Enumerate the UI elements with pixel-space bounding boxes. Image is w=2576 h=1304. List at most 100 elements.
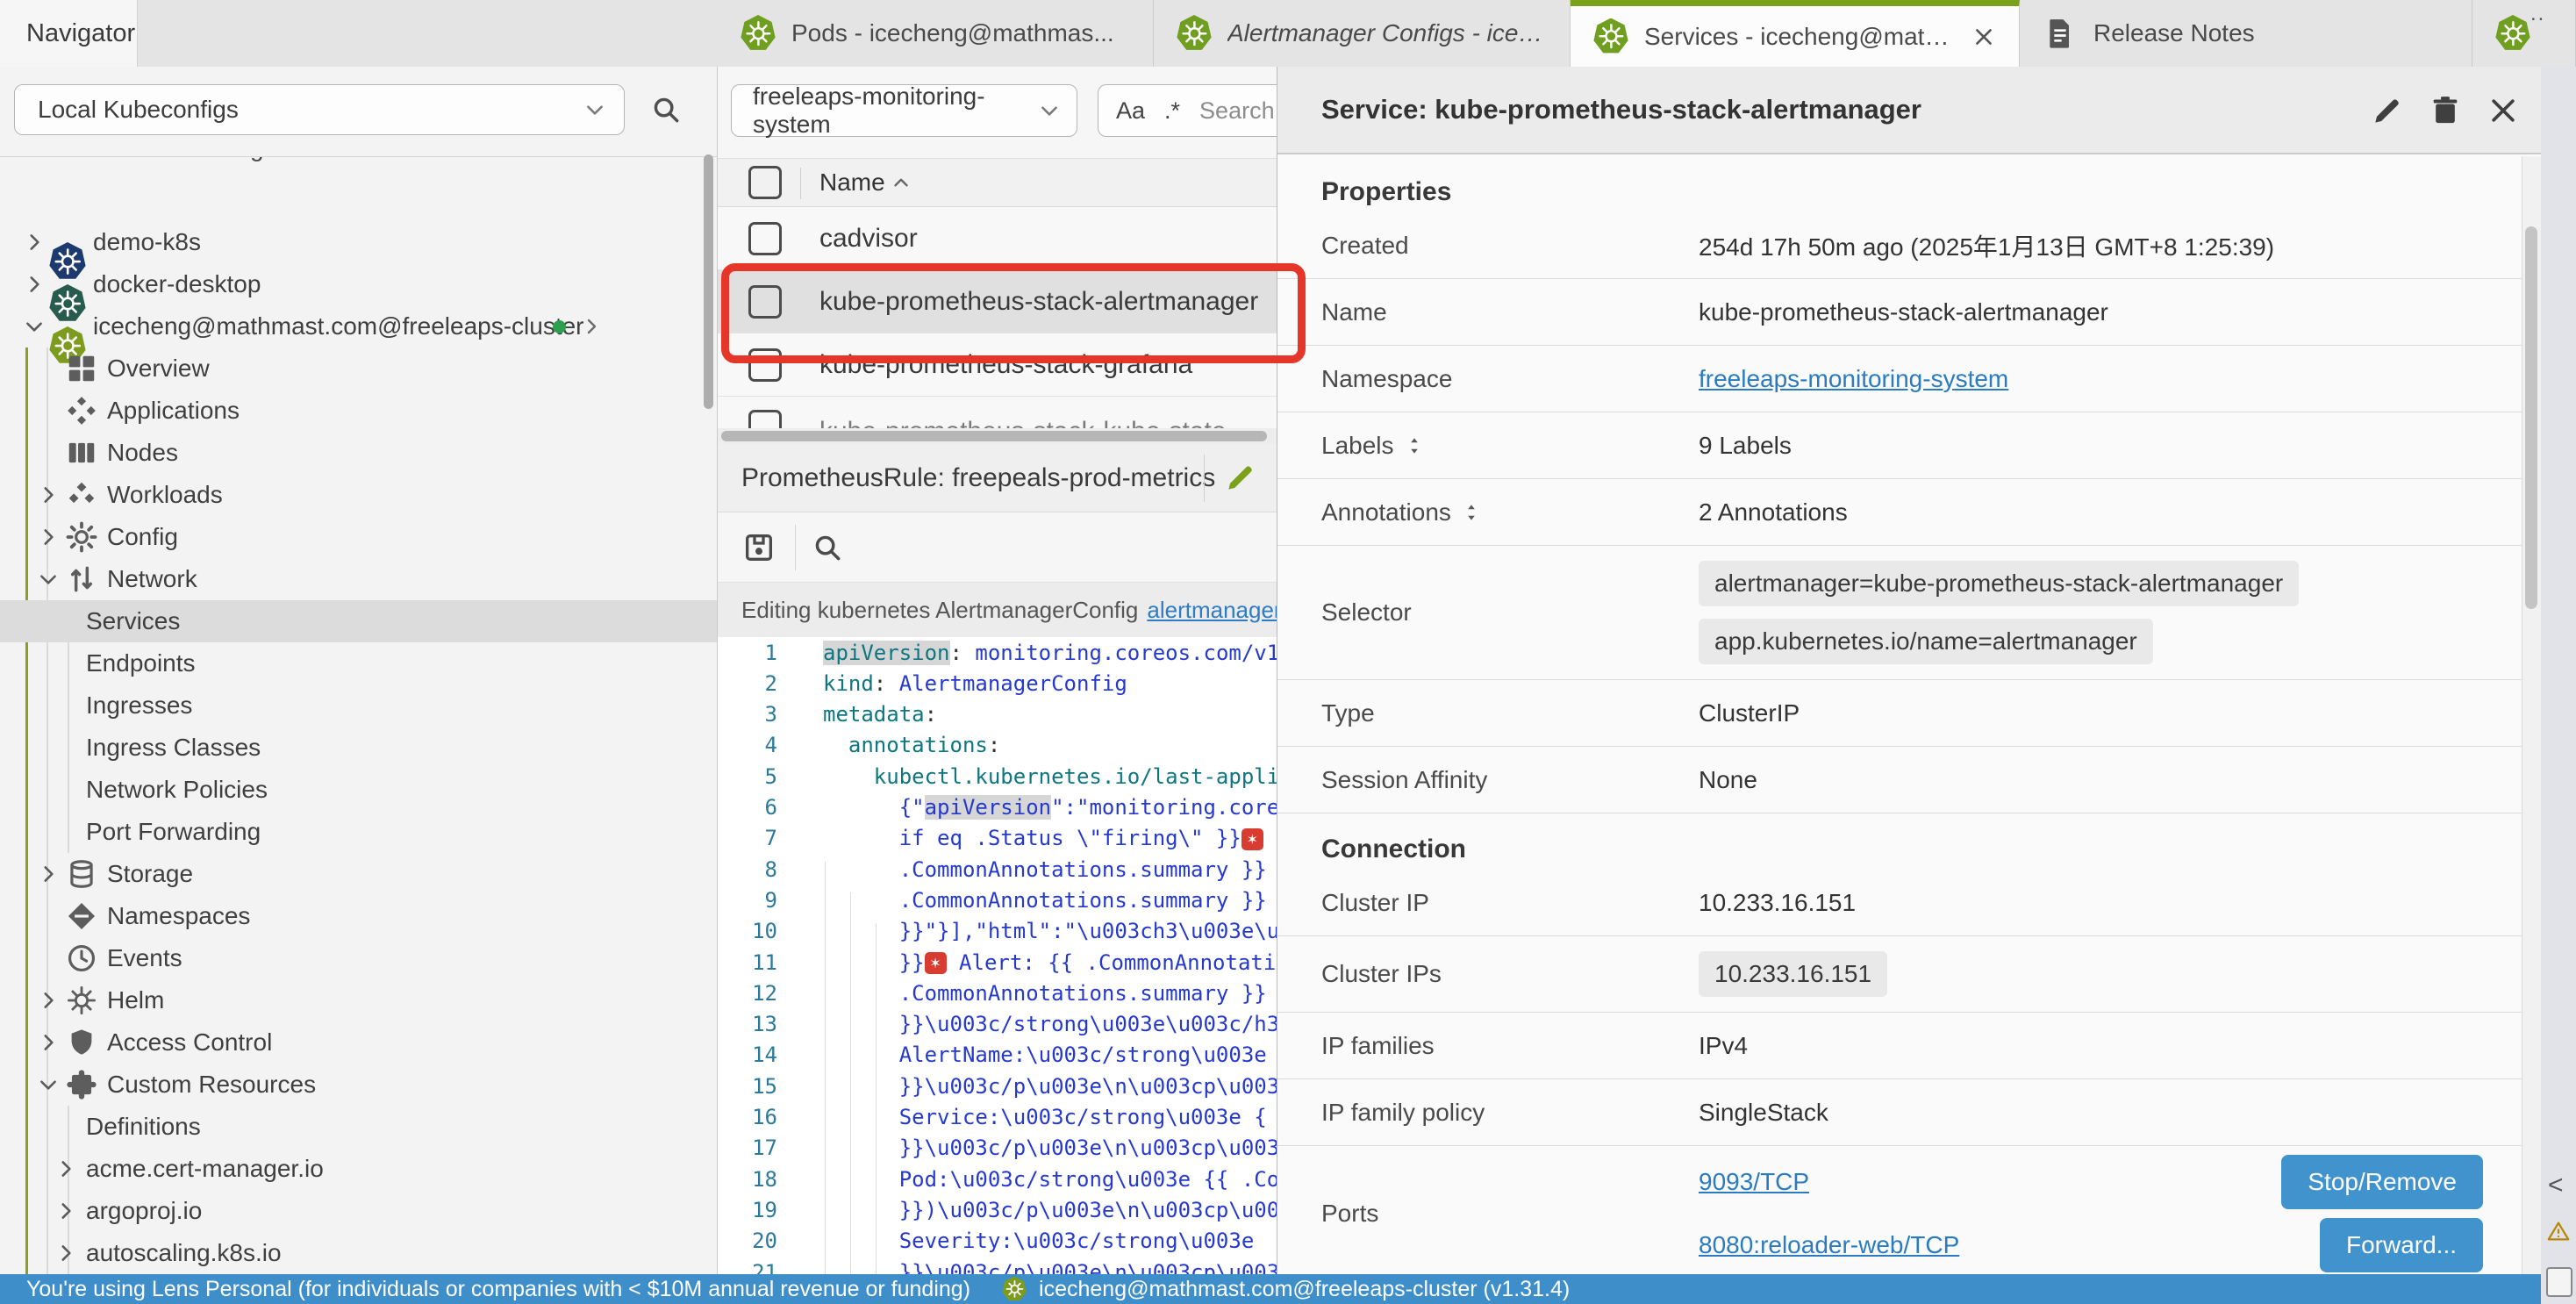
divider bbox=[800, 168, 801, 199]
kubeconfig-select-value: Local Kubeconfigs bbox=[38, 96, 239, 124]
line-number: 4 bbox=[718, 733, 777, 757]
code-line: 5 kubectl.kubernetes.io/last-appli bbox=[718, 761, 1277, 792]
sidebar-item-workloads[interactable]: Workloads bbox=[0, 474, 717, 516]
sidebar-item-namespaces[interactable]: Namespaces bbox=[0, 895, 717, 937]
sidebar-item-events[interactable]: Events bbox=[0, 937, 717, 979]
breadcrumb-resource-link[interactable]: alertmanager bbox=[1147, 597, 1277, 624]
code-line: 16 Service:\u003c/strong\u003e { bbox=[718, 1102, 1277, 1133]
close-icon[interactable] bbox=[1971, 25, 1996, 49]
service-details-drawer: Service: kube-prometheus-stack-alertmana… bbox=[1277, 67, 2541, 1274]
row-checkbox[interactable] bbox=[748, 222, 782, 255]
line-number: 3 bbox=[718, 702, 777, 727]
sidebar-item-icecheng-mathmast-com-freeleaps-cluster[interactable]: icecheng@mathmast.com@freeleaps-cluster bbox=[0, 305, 717, 347]
sidebar-item-acme-cert-manager-io[interactable]: acme.cert-manager.io bbox=[0, 1148, 717, 1190]
namespace-select[interactable]: freeleaps-monitoring-system bbox=[731, 84, 1077, 137]
yaml-code-editor[interactable]: 1apiVersion: monitoring.coreos.com/v12ki… bbox=[718, 637, 1277, 1274]
sidebar-item-custom-resources[interactable]: Custom Resources bbox=[0, 1064, 717, 1106]
sidebar-item-network-policies[interactable]: Network Policies bbox=[0, 769, 717, 811]
table-row-kube-prometheus-stack-grafana[interactable]: kube-prometheus-stack-grafana bbox=[718, 333, 1277, 397]
active-cluster-version: icecheng@mathmast.com@freeleaps-cluster … bbox=[1039, 1277, 1570, 1302]
sidebar-item-definitions[interactable]: Definitions bbox=[0, 1106, 717, 1148]
tab-pods-icecheng-mathmas-[interactable]: Pods - icecheng@mathmas... bbox=[718, 0, 1154, 67]
edit-pencil-icon[interactable] bbox=[1223, 460, 1258, 495]
sidebar-item-endpoints[interactable]: Endpoints bbox=[0, 642, 717, 684]
table-row-partial[interactable]: kube-prometheus-stack-kube-state bbox=[718, 397, 1277, 428]
search-icon[interactable] bbox=[649, 93, 683, 126]
chevron-right-icon[interactable] bbox=[54, 1242, 77, 1265]
sort-updown-icon[interactable] bbox=[1403, 434, 1426, 457]
sidebar-item-config[interactable]: Config bbox=[0, 516, 717, 558]
kubeconfig-select[interactable]: Local Kubeconfigs bbox=[14, 84, 625, 135]
chevron-right-icon[interactable] bbox=[37, 863, 60, 885]
sidebar-item-docker-desktop[interactable]: docker-desktop bbox=[0, 263, 717, 305]
sidebar-item-network[interactable]: Network bbox=[0, 558, 717, 600]
chevron-down-icon[interactable] bbox=[37, 568, 60, 591]
tab-release-notes[interactable]: Release Notes bbox=[2020, 0, 2472, 67]
chevron-right-icon[interactable] bbox=[54, 1157, 77, 1180]
port-link-8080:reloader-web/TCP[interactable]: 8080:reloader-web/TCP bbox=[1699, 1231, 1959, 1259]
sidebar-item-demo-k8s[interactable]: demo-k8s bbox=[0, 221, 717, 263]
scrollbar-thumb[interactable] bbox=[2525, 226, 2537, 609]
sidebar-item-access-control[interactable]: Access Control bbox=[0, 1021, 717, 1064]
navigator-panel-tab[interactable]: Navigator bbox=[0, 0, 138, 67]
breadcrumb-text: Editing kubernetes AlertmanagerConfig bbox=[741, 597, 1138, 624]
row-checkbox[interactable] bbox=[748, 410, 782, 428]
namespace-icon bbox=[65, 899, 98, 933]
search-icon[interactable] bbox=[811, 531, 844, 564]
chevron-right-icon[interactable] bbox=[37, 526, 60, 548]
close-icon[interactable] bbox=[2486, 93, 2521, 128]
code-line: 2kind: AlertmanagerConfig bbox=[718, 668, 1277, 699]
forward-button[interactable]: Forward... bbox=[2320, 1218, 2483, 1272]
sort-ascending-icon[interactable] bbox=[890, 171, 912, 194]
match-case-toggle[interactable]: Aa bbox=[1116, 97, 1145, 125]
scrollbar-thumb[interactable] bbox=[721, 431, 1267, 441]
column-header-name[interactable]: Name bbox=[819, 168, 885, 197]
tab-alertmanager-configs-icec-[interactable]: Alertmanager Configs - icec... bbox=[1154, 0, 1571, 67]
right-edge-strip: < bbox=[2541, 67, 2576, 1304]
sidebar-item-autoscaling-k8s-io[interactable]: autoscaling.k8s.io bbox=[0, 1232, 717, 1274]
code-line: 3metadata: bbox=[718, 699, 1277, 730]
tab-services-icecheng-math-[interactable]: Services - icecheng@math... bbox=[1571, 0, 2020, 67]
sort-updown-icon[interactable] bbox=[1460, 501, 1483, 524]
table-row-cadvisor[interactable]: cadvisor bbox=[718, 207, 1277, 270]
table-row-kube-prometheus-stack-alertmanager[interactable]: kube-prometheus-stack-alertmanager bbox=[718, 270, 1277, 333]
sidebar-item-port-forwarding[interactable]: Port Forwarding bbox=[0, 811, 717, 853]
sidebar-item-overview[interactable]: Overview bbox=[0, 347, 717, 390]
namespace-link[interactable]: freeleaps-monitoring-system bbox=[1699, 365, 2008, 392]
row-checkbox[interactable] bbox=[748, 348, 782, 382]
chevron-down-icon[interactable] bbox=[37, 1073, 60, 1096]
collapse-chevron[interactable]: < bbox=[2548, 1171, 2564, 1200]
sidebar-item-helm[interactable]: Helm bbox=[0, 979, 717, 1021]
sidebar-item-applications[interactable]: Applications bbox=[0, 390, 717, 432]
sidebar-item-storage[interactable]: Storage bbox=[0, 853, 717, 895]
select-all-checkbox[interactable] bbox=[748, 166, 782, 199]
edit-pencil-icon[interactable] bbox=[2370, 93, 2405, 128]
save-icon[interactable] bbox=[741, 530, 776, 565]
chevron-right-icon[interactable] bbox=[23, 273, 46, 296]
value-badge: alertmanager=kube-prometheus-stack-alert… bbox=[1699, 561, 2299, 606]
sidebar-item-services[interactable]: Services bbox=[0, 600, 717, 642]
chevron-right-icon[interactable] bbox=[37, 1031, 60, 1054]
chevron-right-icon[interactable] bbox=[23, 231, 46, 254]
line-number: 2 bbox=[718, 671, 777, 696]
chevron-right-icon[interactable] bbox=[581, 316, 602, 337]
sidebar-item-ingresses[interactable]: Ingresses bbox=[0, 684, 717, 727]
chevron-right-icon[interactable] bbox=[37, 989, 60, 1012]
code-line: 10 }}"}],"html":"\u003ch3\u003e\u bbox=[718, 916, 1277, 947]
tab-partial[interactable] bbox=[2472, 0, 2576, 67]
sidebar-item-argoproj-io[interactable]: argoproj.io bbox=[0, 1190, 717, 1232]
chevron-right-icon[interactable] bbox=[54, 1200, 77, 1222]
stop-remove-button[interactable]: Stop/Remove bbox=[2281, 1155, 2483, 1209]
sidebar-item-ingress-classes[interactable]: Ingress Classes bbox=[0, 727, 717, 769]
list-search-input[interactable]: Aa .* Search bbox=[1098, 84, 1277, 137]
sidebar-scrollbar[interactable] bbox=[704, 154, 713, 409]
chevron-down-icon[interactable] bbox=[23, 315, 46, 338]
horizontal-scrollbar[interactable] bbox=[718, 428, 1277, 444]
drawer-scrollbar[interactable] bbox=[2522, 156, 2541, 1274]
port-link-9093/TCP[interactable]: 9093/TCP bbox=[1699, 1168, 1809, 1196]
chevron-right-icon[interactable] bbox=[37, 484, 60, 506]
regex-toggle[interactable]: .* bbox=[1164, 97, 1180, 125]
trash-icon[interactable] bbox=[2428, 93, 2463, 128]
row-checkbox[interactable] bbox=[748, 285, 782, 319]
sidebar-item-nodes[interactable]: Nodes bbox=[0, 432, 717, 474]
